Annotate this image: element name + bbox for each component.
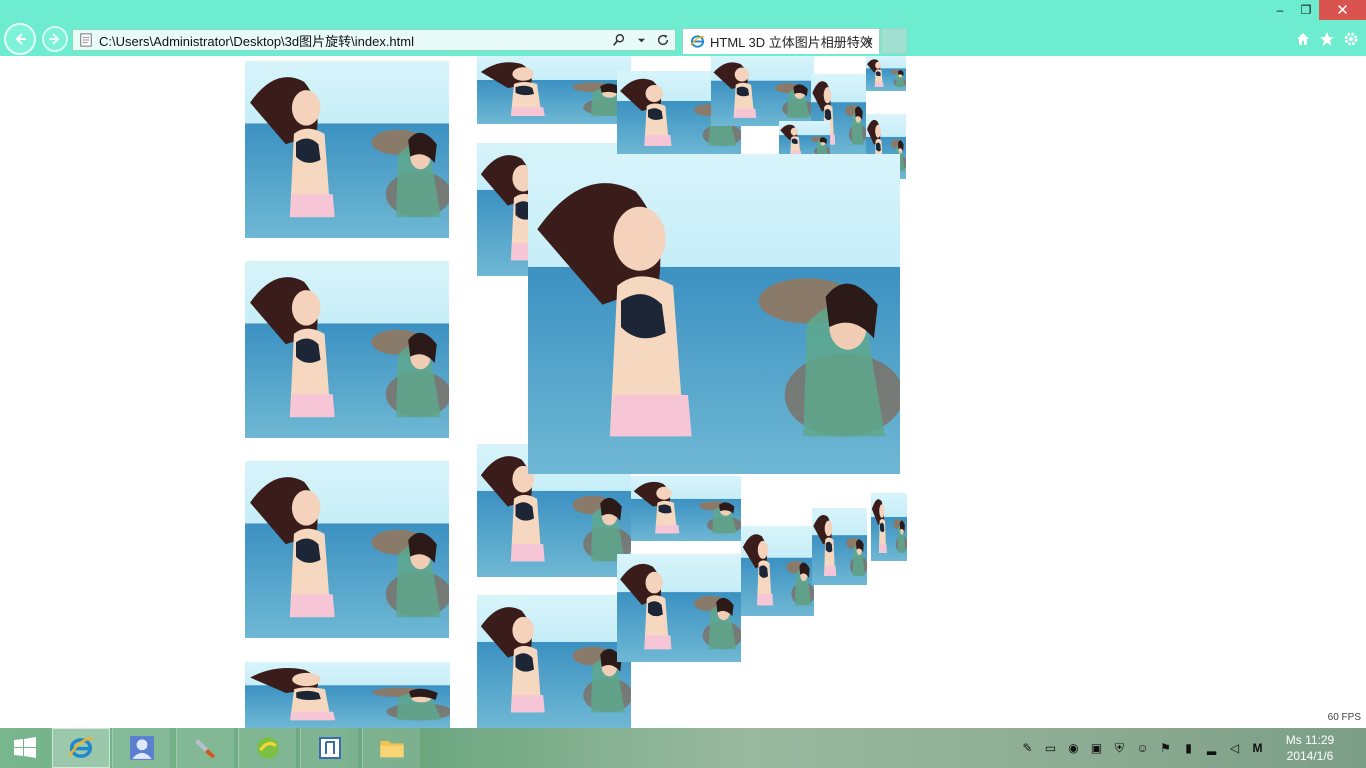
clock-date: 2014/1/6 — [1286, 749, 1334, 763]
refresh-icon[interactable] — [655, 32, 671, 48]
fps-counter: 60 FPS — [1327, 712, 1361, 723]
star-icon[interactable] — [1318, 30, 1336, 48]
photo-image — [866, 56, 906, 91]
signal-tray-icon[interactable]: ▂ — [1203, 740, 1220, 757]
url-text[interactable]: C:\Users\Administrator\Desktop\3d图片旋转\in… — [99, 31, 414, 50]
taskbar-app-explorer[interactable] — [362, 728, 420, 768]
qq-tray-icon[interactable]: ☺ — [1134, 740, 1151, 757]
folder-icon — [379, 741, 404, 758]
gallery-photo[interactable] — [245, 461, 449, 638]
dropdown-icon[interactable] — [633, 32, 649, 48]
volume-tray-icon[interactable]: ◁ — [1226, 740, 1243, 757]
photo-image — [631, 476, 741, 541]
window-controls: ‒ ❐ ✕ — [1267, 0, 1366, 20]
taskbar-app-brush[interactable] — [176, 728, 234, 768]
photo-image — [711, 56, 814, 126]
photo-image — [617, 554, 741, 662]
photo-image — [871, 493, 907, 561]
photo-image — [528, 154, 900, 474]
shield-tray-icon[interactable]: ◉ — [1065, 740, 1082, 757]
gallery-photo[interactable] — [245, 662, 450, 728]
forward-arrow-icon — [49, 33, 60, 45]
pen-tray-icon[interactable]: ✎ — [1019, 740, 1036, 757]
back-button[interactable] — [4, 23, 36, 55]
address-bar[interactable]: C:\Users\Administrator\Desktop\3d图片旋转\in… — [72, 29, 676, 51]
ie-page-icon — [688, 33, 706, 51]
photo-image — [245, 662, 450, 728]
taskbar-app-green[interactable] — [238, 728, 296, 768]
tab-title: HTML 3D 立体图片相册特效 — [710, 35, 873, 50]
browser-chrome: C:\Users\Administrator\Desktop\3d图片旋转\in… — [0, 0, 1366, 56]
user-icon — [129, 736, 154, 760]
taskbar: ✎ ▭ ◉ ▣ ⛨ ☺ ⚑ ▮ ▂ ◁ M Ms 11:29 2014/1/6 — [0, 728, 1366, 768]
gallery-photo[interactable] — [617, 554, 741, 662]
system-tray: ✎ ▭ ◉ ▣ ⛨ ☺ ⚑ ▮ ▂ ◁ M — [1019, 728, 1266, 768]
input-method-label[interactable]: M — [1249, 740, 1266, 757]
photo-image — [812, 508, 867, 585]
gallery-photo[interactable] — [477, 595, 631, 728]
gallery-photo[interactable] — [741, 526, 814, 616]
start-button[interactable] — [0, 728, 50, 768]
flag-tray-icon[interactable]: ⚑ — [1157, 740, 1174, 757]
windows-icon — [14, 737, 36, 758]
forward-button[interactable] — [42, 26, 68, 52]
browser-tab[interactable]: HTML 3D 立体图片相册特效 ✕ — [682, 28, 880, 54]
minimize-button[interactable]: ‒ — [1267, 0, 1293, 20]
clock[interactable]: Ms 11:29 2014/1/6 — [1276, 732, 1344, 764]
monitor-tray-icon[interactable]: ▭ — [1042, 740, 1059, 757]
gallery-photo[interactable] — [528, 154, 900, 474]
gallery-photo[interactable] — [812, 508, 867, 585]
new-tab-button[interactable] — [881, 28, 907, 54]
brush-icon — [194, 739, 215, 758]
close-button[interactable]: ✕ — [1319, 0, 1366, 20]
taskbar-app-user[interactable] — [112, 728, 170, 768]
photo-image — [245, 61, 449, 238]
home-icon[interactable] — [1294, 30, 1312, 48]
gear-icon[interactable] — [1342, 30, 1360, 48]
gallery-photo[interactable] — [477, 56, 631, 124]
clock-time: Ms 11:29 — [1285, 733, 1335, 747]
page-content: 60 FPS — [0, 56, 1366, 728]
page-icon — [77, 31, 95, 49]
ie-icon — [68, 737, 93, 758]
taskbar-app-ie[interactable] — [52, 728, 110, 768]
photo-image — [741, 526, 814, 616]
card-tray-icon[interactable]: ▣ — [1088, 740, 1105, 757]
photo-image — [477, 56, 631, 124]
photo-image — [245, 261, 449, 438]
gallery-photo[interactable] — [711, 56, 814, 126]
taskbar-app-square[interactable] — [300, 728, 358, 768]
photo-image — [477, 595, 631, 728]
gallery-photo[interactable] — [245, 261, 449, 438]
battery-tray-icon[interactable]: ▮ — [1180, 740, 1197, 757]
gallery-photo[interactable] — [871, 493, 907, 561]
tab-close-button[interactable]: ✕ — [863, 35, 874, 48]
gallery-photo[interactable] — [245, 61, 449, 238]
square-app-icon — [318, 737, 341, 759]
security-tray-icon[interactable]: ⛨ — [1111, 740, 1128, 757]
search-icon[interactable] — [611, 32, 627, 48]
back-arrow-icon — [15, 33, 26, 45]
restore-button[interactable]: ❐ — [1293, 0, 1319, 20]
gallery-photo[interactable] — [866, 56, 906, 91]
green-ball-icon — [256, 737, 279, 759]
photo-image — [245, 461, 449, 638]
gallery-photo[interactable] — [631, 476, 741, 541]
browser-toolbar — [1294, 30, 1360, 48]
